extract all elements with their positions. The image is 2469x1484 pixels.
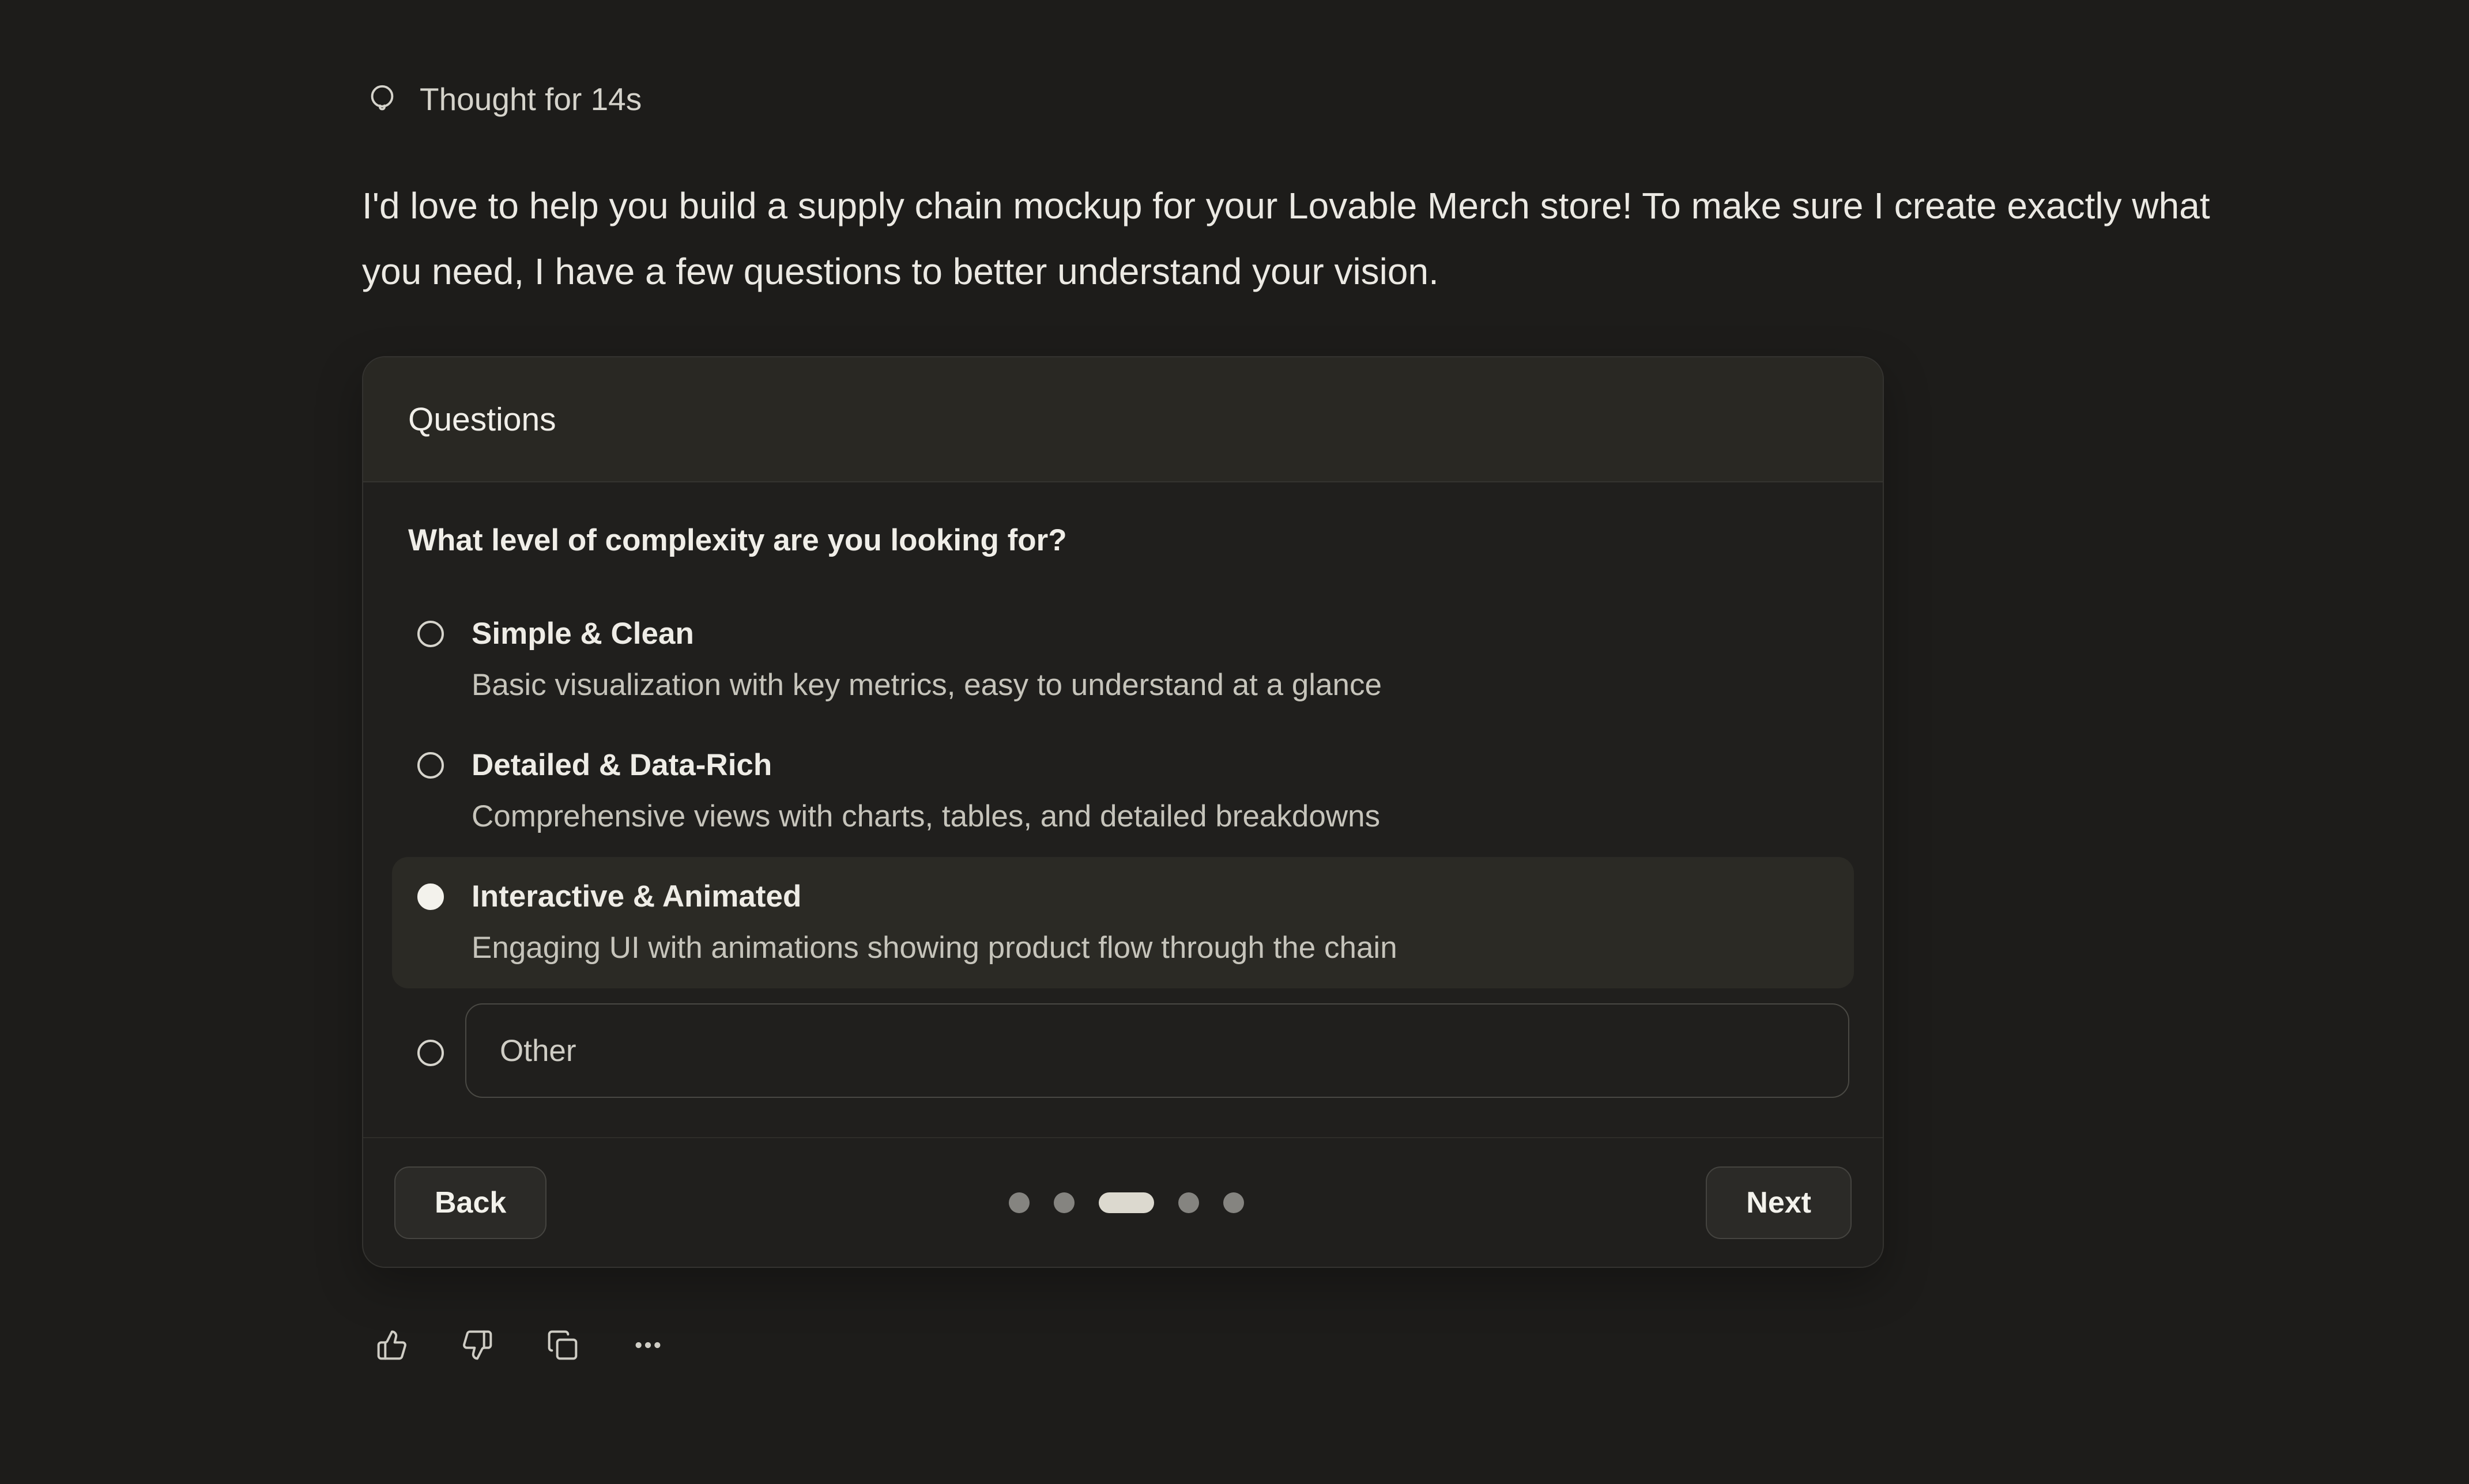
radio-unselected-icon[interactable]: [417, 1040, 444, 1066]
pagination-dot: [1178, 1192, 1199, 1213]
pagination-dot: [1009, 1192, 1030, 1213]
card-body: What level of complexity are you looking…: [363, 482, 1883, 1137]
message-actions: [376, 1329, 664, 1361]
lightbulb-icon: [365, 82, 399, 116]
thumbs-up-icon[interactable]: [376, 1329, 408, 1361]
thought-label: Thought for 14s: [420, 81, 642, 118]
copy-icon[interactable]: [546, 1329, 579, 1361]
option-title: Interactive & Animated: [472, 879, 1397, 915]
other-option-input[interactable]: [465, 1003, 1849, 1098]
assistant-message: I'd love to help you build a supply chai…: [362, 173, 2264, 304]
next-button[interactable]: Next: [1706, 1166, 1852, 1239]
question-text: What level of complexity are you looking…: [408, 523, 1854, 558]
option-title: Simple & Clean: [472, 616, 1382, 652]
option-description: Engaging UI with animations showing prod…: [472, 930, 1397, 966]
option-detailed-data-rich[interactable]: Detailed & Data-Rich Comprehensive views…: [392, 726, 1854, 857]
option-title: Detailed & Data-Rich: [472, 747, 1380, 783]
card-footer: Back Next: [363, 1137, 1883, 1267]
pagination-dots: [1009, 1192, 1244, 1213]
questions-card: Questions What level of complexity are y…: [362, 356, 1884, 1268]
radio-selected-icon[interactable]: [417, 883, 444, 910]
radio-unselected-icon[interactable]: [417, 621, 444, 647]
option-other[interactable]: [392, 988, 1854, 1098]
back-button[interactable]: Back: [394, 1166, 546, 1239]
thumbs-down-icon[interactable]: [461, 1329, 493, 1361]
card-header: Questions: [363, 357, 1883, 482]
radio-unselected-icon[interactable]: [417, 752, 444, 779]
pagination-dot-active: [1099, 1192, 1154, 1213]
option-description: Comprehensive views with charts, tables,…: [472, 798, 1380, 835]
option-interactive-animated[interactable]: Interactive & Animated Engaging UI with …: [392, 857, 1854, 988]
pagination-dot: [1223, 1192, 1244, 1213]
option-simple-clean[interactable]: Simple & Clean Basic visualization with …: [392, 594, 1854, 726]
option-description: Basic visualization with key metrics, ea…: [472, 667, 1382, 704]
card-title: Questions: [408, 401, 556, 439]
pagination-dot: [1054, 1192, 1075, 1213]
thought-indicator[interactable]: Thought for 14s: [365, 81, 642, 118]
more-options-icon[interactable]: [632, 1329, 664, 1361]
